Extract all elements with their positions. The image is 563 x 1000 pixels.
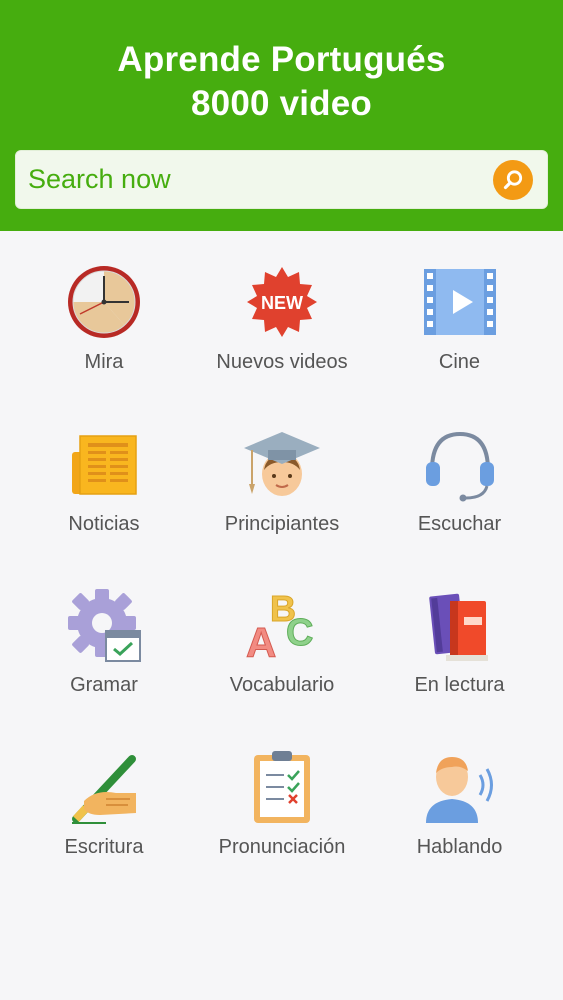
menu-item-mira[interactable]: Mira [15, 240, 193, 402]
clipboard-checklist-icon [254, 750, 310, 823]
menu-item-principiantes[interactable]: Principiantes [193, 402, 371, 564]
menu-item-cine[interactable]: Cine [371, 240, 548, 402]
search-bar [15, 150, 548, 209]
menu-item-label: Hablando [416, 835, 503, 858]
menu-item-pronunciacion[interactable]: Pronunciación [193, 725, 371, 887]
app-header: Aprende Portugués 8000 video [0, 0, 563, 231]
menu-item-label: En lectura [414, 674, 505, 696]
title-line-1: Aprende Portugués [117, 40, 446, 79]
newspaper-icon [72, 434, 137, 495]
menu-item-label: Gramar [70, 674, 138, 696]
menu-item-nuevos-videos[interactable]: NEW Nuevos videos [193, 240, 371, 402]
svg-text:C: C [286, 612, 313, 654]
menu-item-label: Vocabulario [229, 674, 335, 696]
menu-item-label: Nuevos videos [216, 351, 348, 373]
title-line-2: 8000 video [191, 84, 372, 123]
abc-icon: B C A [246, 588, 314, 664]
svg-text:A: A [246, 619, 276, 663]
search-icon [503, 170, 523, 190]
menu-item-escritura[interactable]: Escritura [15, 725, 193, 887]
menu-item-label: Escuchar [417, 512, 502, 535]
clock-icon [68, 266, 140, 338]
svg-text:NEW: NEW [261, 293, 303, 313]
menu-item-vocabulario[interactable]: B C A Vocabulario [193, 563, 371, 725]
search-button[interactable] [493, 160, 533, 200]
film-play-icon [423, 269, 496, 335]
menu-item-label: Pronunciación [218, 835, 346, 858]
writing-hand-icon [72, 754, 136, 824]
menu-item-noticias[interactable]: Noticias [15, 402, 193, 564]
speaking-person-icon [425, 756, 493, 823]
new-badge-icon: NEW [247, 267, 317, 337]
search-input[interactable] [28, 151, 488, 208]
menu-item-label: Escritura [64, 835, 144, 858]
menu-item-label: Mira [84, 351, 124, 373]
menu-item-en-lectura[interactable]: En lectura [371, 563, 548, 725]
menu-grid: Mira NEW Nuevos videos Cine Noticias Pri… [15, 240, 548, 886]
menu-item-gramar[interactable]: Gramar [15, 563, 193, 725]
gear-calendar-icon [68, 589, 141, 662]
menu-item-hablando[interactable]: Hablando [371, 725, 548, 887]
graduate-icon [244, 431, 320, 496]
menu-item-label: Principiantes [224, 512, 340, 535]
menu-item-escuchar[interactable]: Escuchar [371, 402, 548, 564]
books-icon [428, 593, 488, 661]
menu-item-label: Noticias [68, 512, 140, 535]
headset-icon [425, 431, 494, 501]
menu-item-label: Cine [438, 351, 481, 373]
page-title: Aprende Portugués 8000 video [0, 38, 563, 126]
